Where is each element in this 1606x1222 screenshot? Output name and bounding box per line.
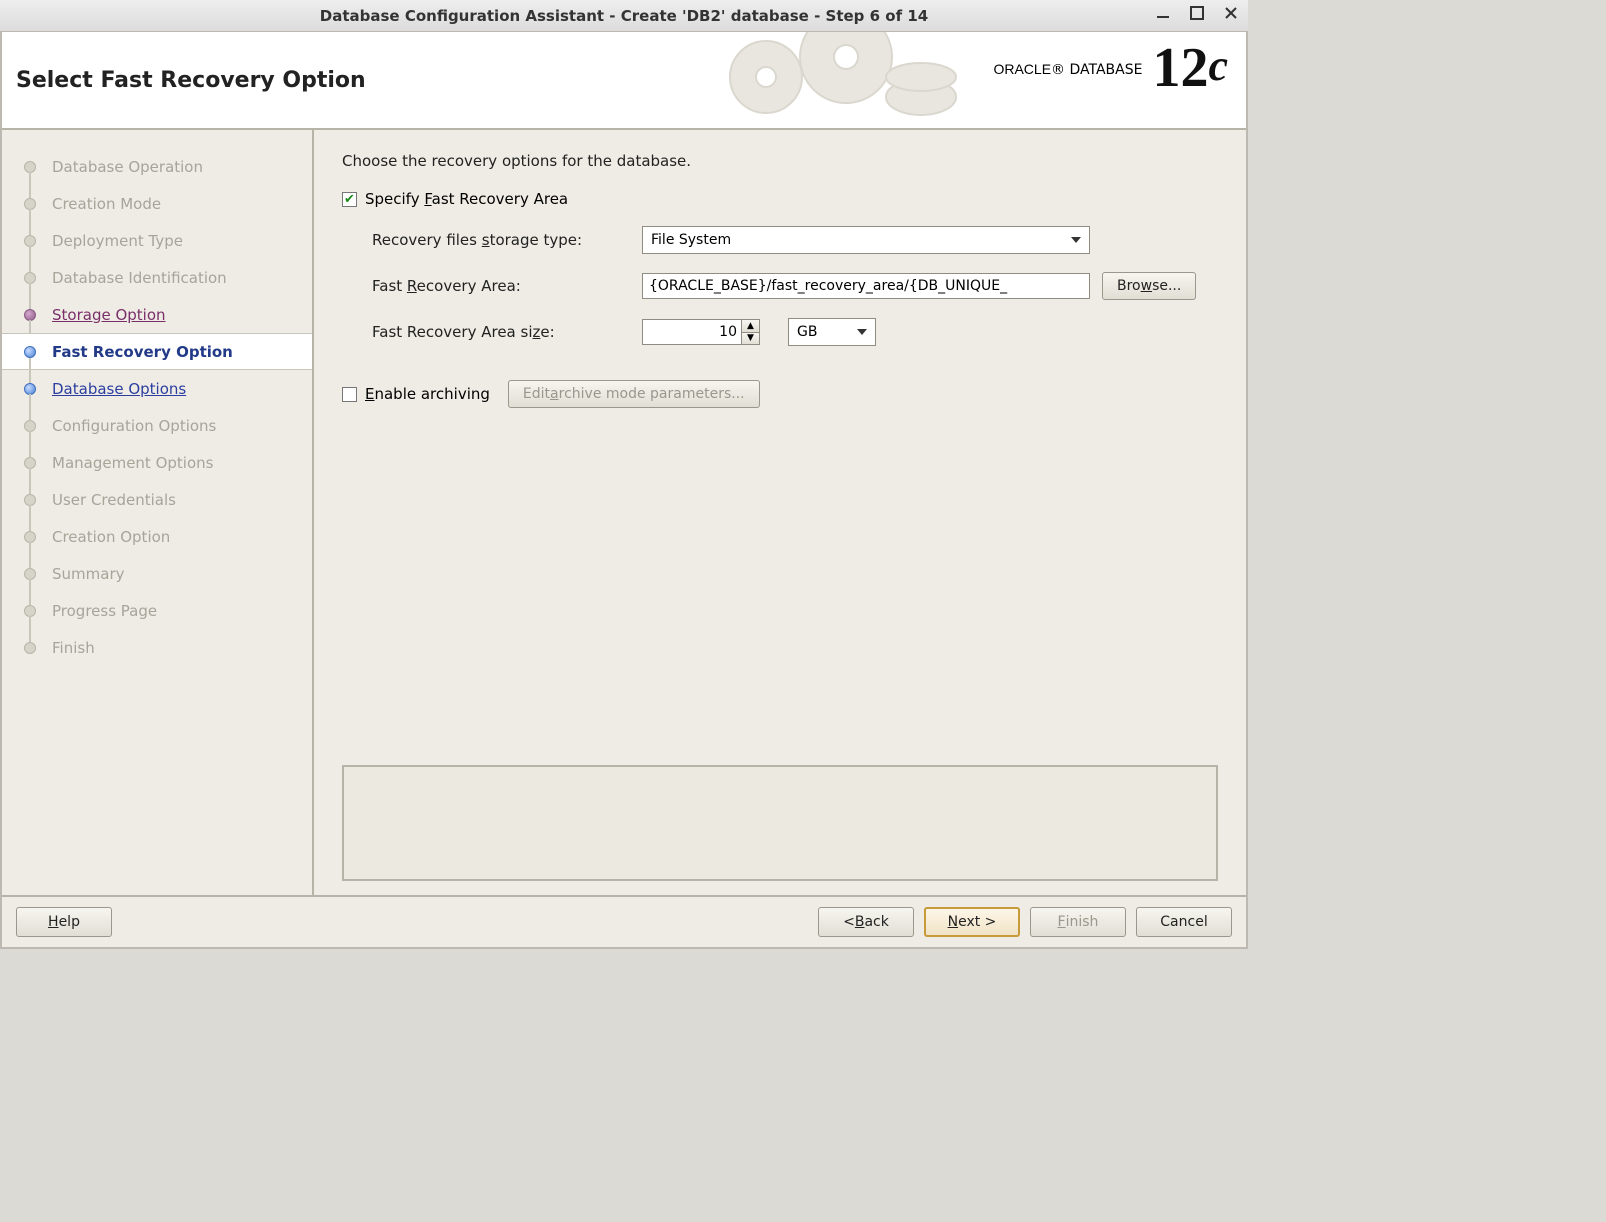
- step-bullet-icon: [24, 642, 36, 654]
- finish-button[interactable]: Finish: [1030, 907, 1126, 937]
- step-label: User Credentials: [52, 491, 176, 509]
- header-band: Select Fast Recovery Option ORACLE® DATA…: [2, 32, 1246, 130]
- storage-type-label: Recovery files storage type:: [372, 231, 622, 249]
- footer-bar: Help < Back Next > Finish Cancel: [2, 895, 1246, 947]
- fra-size-spinner[interactable]: ▲ ▼: [742, 319, 760, 345]
- step-item: Configuration Options: [2, 407, 312, 444]
- step-item[interactable]: Database Options: [2, 370, 312, 407]
- specify-fra-label: Specify Fast Recovery Area: [365, 190, 568, 208]
- step-label: Creation Mode: [52, 195, 161, 213]
- step-item[interactable]: Fast Recovery Option: [2, 333, 312, 370]
- close-icon[interactable]: [1222, 4, 1240, 22]
- oracle-logo: ORACLE® DATABASE 12c: [993, 42, 1228, 96]
- step-label: Storage Option: [52, 306, 166, 324]
- main-panel: Choose the recovery options for the data…: [314, 130, 1246, 895]
- step-label: Finish: [52, 639, 95, 657]
- step-bullet-icon: [24, 198, 36, 210]
- step-item[interactable]: Storage Option: [2, 296, 312, 333]
- step-bullet-icon: [24, 309, 36, 321]
- enable-archiving-label: Enable archiving: [365, 385, 490, 403]
- step-bullet-icon: [24, 531, 36, 543]
- window-title: Database Configuration Assistant - Creat…: [320, 7, 928, 25]
- step-bullet-icon: [24, 383, 36, 395]
- chevron-down-icon: [1071, 237, 1081, 243]
- chevron-down-icon: [857, 329, 867, 335]
- step-label: Progress Page: [52, 602, 157, 620]
- instruction-text: Choose the recovery options for the data…: [342, 152, 1218, 170]
- step-item: Finish: [2, 629, 312, 666]
- step-label: Database Operation: [52, 158, 203, 176]
- step-label: Database Options: [52, 380, 186, 398]
- step-item: Database Identification: [2, 259, 312, 296]
- fra-size-unit-value: GB: [797, 324, 817, 340]
- minimize-icon[interactable]: [1154, 4, 1172, 22]
- step-sidebar: Database Operation Creation Mode Deploymen…: [2, 130, 314, 895]
- step-label: Summary: [52, 565, 125, 583]
- step-bullet-icon: [24, 568, 36, 580]
- logo-product: DATABASE: [1069, 62, 1142, 78]
- step-item: Creation Mode: [2, 185, 312, 222]
- step-item: Database Operation: [2, 148, 312, 185]
- spinner-down-icon[interactable]: ▼: [742, 333, 759, 345]
- step-bullet-icon: [24, 161, 36, 173]
- fra-size-label: Fast Recovery Area size:: [372, 323, 622, 341]
- step-bullet-icon: [24, 272, 36, 284]
- spinner-up-icon[interactable]: ▲: [742, 320, 759, 333]
- step-item: Management Options: [2, 444, 312, 481]
- step-label: Creation Option: [52, 528, 170, 546]
- fra-path-value: {ORACLE_BASE}/fast_recovery_area/{DB_UNI…: [649, 278, 1007, 294]
- step-bullet-icon: [24, 346, 36, 358]
- step-label: Configuration Options: [52, 417, 216, 435]
- gears-decoration: [706, 32, 966, 130]
- step-item: Deployment Type: [2, 222, 312, 259]
- window-titlebar: Database Configuration Assistant - Creat…: [0, 0, 1248, 32]
- step-bullet-icon: [24, 457, 36, 469]
- logo-brand: ORACLE: [993, 61, 1051, 77]
- step-label: Database Identification: [52, 269, 227, 287]
- next-button[interactable]: Next >: [924, 907, 1020, 937]
- maximize-icon[interactable]: [1188, 4, 1206, 22]
- cancel-button[interactable]: Cancel: [1136, 907, 1232, 937]
- storage-type-select[interactable]: File System: [642, 226, 1090, 254]
- step-bullet-icon: [24, 235, 36, 247]
- step-item: User Credentials: [2, 481, 312, 518]
- step-bullet-icon: [24, 605, 36, 617]
- enable-archiving-checkbox[interactable]: [342, 387, 357, 402]
- fra-size-unit-select[interactable]: GB: [788, 318, 876, 346]
- fra-size-input[interactable]: 10: [642, 319, 742, 345]
- fra-path-input[interactable]: {ORACLE_BASE}/fast_recovery_area/{DB_UNI…: [642, 273, 1090, 299]
- back-button[interactable]: < Back: [818, 907, 914, 937]
- specify-fra-checkbox[interactable]: [342, 192, 357, 207]
- fra-size-value: 10: [719, 324, 737, 340]
- page-title: Select Fast Recovery Option: [2, 68, 366, 93]
- step-bullet-icon: [24, 494, 36, 506]
- step-label: Management Options: [52, 454, 213, 472]
- step-label: Deployment Type: [52, 232, 183, 250]
- edit-archive-params-button[interactable]: Edit archive mode parameters...: [508, 380, 760, 408]
- step-item: Summary: [2, 555, 312, 592]
- browse-button[interactable]: Browse...: [1102, 272, 1196, 300]
- fra-path-label: Fast Recovery Area:: [372, 277, 622, 295]
- step-label: Fast Recovery Option: [52, 343, 233, 361]
- logo-version: 12c: [1152, 40, 1228, 96]
- step-item: Creation Option: [2, 518, 312, 555]
- step-bullet-icon: [24, 420, 36, 432]
- step-item: Progress Page: [2, 592, 312, 629]
- storage-type-value: File System: [651, 232, 731, 248]
- message-box: [342, 765, 1218, 881]
- help-button[interactable]: Help: [16, 907, 112, 937]
